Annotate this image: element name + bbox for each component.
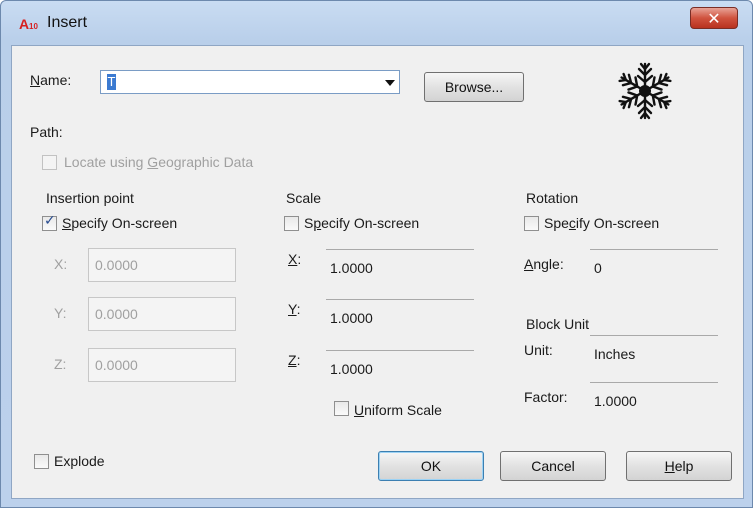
name-value: T bbox=[107, 74, 116, 90]
unit-value: Inches bbox=[590, 335, 718, 365]
insertion-specify-label: Specify On-screen bbox=[62, 215, 178, 231]
rotation-specify-label: Specify On-screen bbox=[544, 215, 660, 231]
block-unit-header: Block Unit bbox=[526, 316, 590, 332]
scale-x-label: X: bbox=[288, 251, 302, 267]
insertion-z-input[interactable]: 0.0000 bbox=[88, 348, 236, 382]
scale-y-input[interactable]: 1.0000 bbox=[326, 299, 474, 329]
dialog-body: Name: T Browse... Path: Locate using Geo… bbox=[11, 45, 744, 499]
block-preview-snowflake-icon bbox=[616, 62, 674, 120]
insert-dialog-window: A 10 Insert ✕ Name: T Browse... Path: Lo… bbox=[0, 0, 753, 508]
explode-label: Explode bbox=[54, 453, 105, 469]
close-button[interactable]: ✕ bbox=[690, 7, 738, 29]
insertion-y-input[interactable]: 0.0000 bbox=[88, 297, 236, 331]
scale-x-input[interactable]: 1.0000 bbox=[326, 249, 474, 279]
help-button[interactable]: Help bbox=[626, 451, 732, 481]
uniform-scale-label: Uniform Scale bbox=[354, 402, 442, 418]
insertion-x-label: X: bbox=[54, 256, 68, 272]
title-bar[interactable]: A 10 Insert ✕ bbox=[1, 1, 752, 43]
insertion-x-input[interactable]: 0.0000 bbox=[88, 248, 236, 282]
scale-z-label: Z: bbox=[288, 352, 301, 368]
check-icon: ✓ bbox=[44, 213, 56, 229]
name-combobox[interactable]: T bbox=[100, 70, 400, 94]
insertion-z-label: Z: bbox=[54, 356, 67, 372]
rotation-header: Rotation bbox=[526, 190, 579, 206]
svg-text:10: 10 bbox=[29, 22, 38, 31]
autocad-app-icon: A 10 bbox=[19, 16, 38, 32]
scale-specify-label: Specify On-screen bbox=[304, 215, 420, 231]
insertion-point-header: Insertion point bbox=[46, 190, 134, 206]
scale-specify-checkbox[interactable] bbox=[284, 216, 299, 231]
factor-label: Factor: bbox=[524, 389, 568, 405]
explode-checkbox[interactable] bbox=[34, 454, 49, 469]
cancel-button[interactable]: Cancel bbox=[500, 451, 606, 481]
scale-y-label: Y: bbox=[288, 301, 301, 317]
svg-text:A: A bbox=[19, 16, 29, 32]
scale-z-input[interactable]: 1.0000 bbox=[326, 350, 474, 380]
ok-button[interactable]: OK bbox=[378, 451, 484, 481]
geographic-data-checkbox[interactable] bbox=[42, 155, 57, 170]
angle-input[interactable]: 0 bbox=[590, 249, 718, 279]
dialog-title: Insert bbox=[47, 14, 88, 31]
path-label: Path: bbox=[30, 124, 63, 140]
factor-value: 1.0000 bbox=[590, 382, 718, 412]
uniform-scale-checkbox[interactable] bbox=[334, 401, 349, 416]
scale-header: Scale bbox=[286, 190, 322, 206]
insertion-y-label: Y: bbox=[54, 305, 67, 321]
name-label: Name: bbox=[30, 72, 72, 88]
browse-button[interactable]: Browse... bbox=[424, 72, 524, 102]
chevron-down-icon[interactable] bbox=[385, 80, 395, 86]
close-icon: ✕ bbox=[707, 9, 721, 28]
unit-label: Unit: bbox=[524, 342, 553, 358]
geographic-data-label: Locate using Geographic Data bbox=[64, 154, 254, 170]
rotation-specify-checkbox[interactable] bbox=[524, 216, 539, 231]
insertion-specify-checkbox[interactable]: ✓ bbox=[42, 213, 57, 231]
angle-label: Angle: bbox=[524, 256, 564, 272]
